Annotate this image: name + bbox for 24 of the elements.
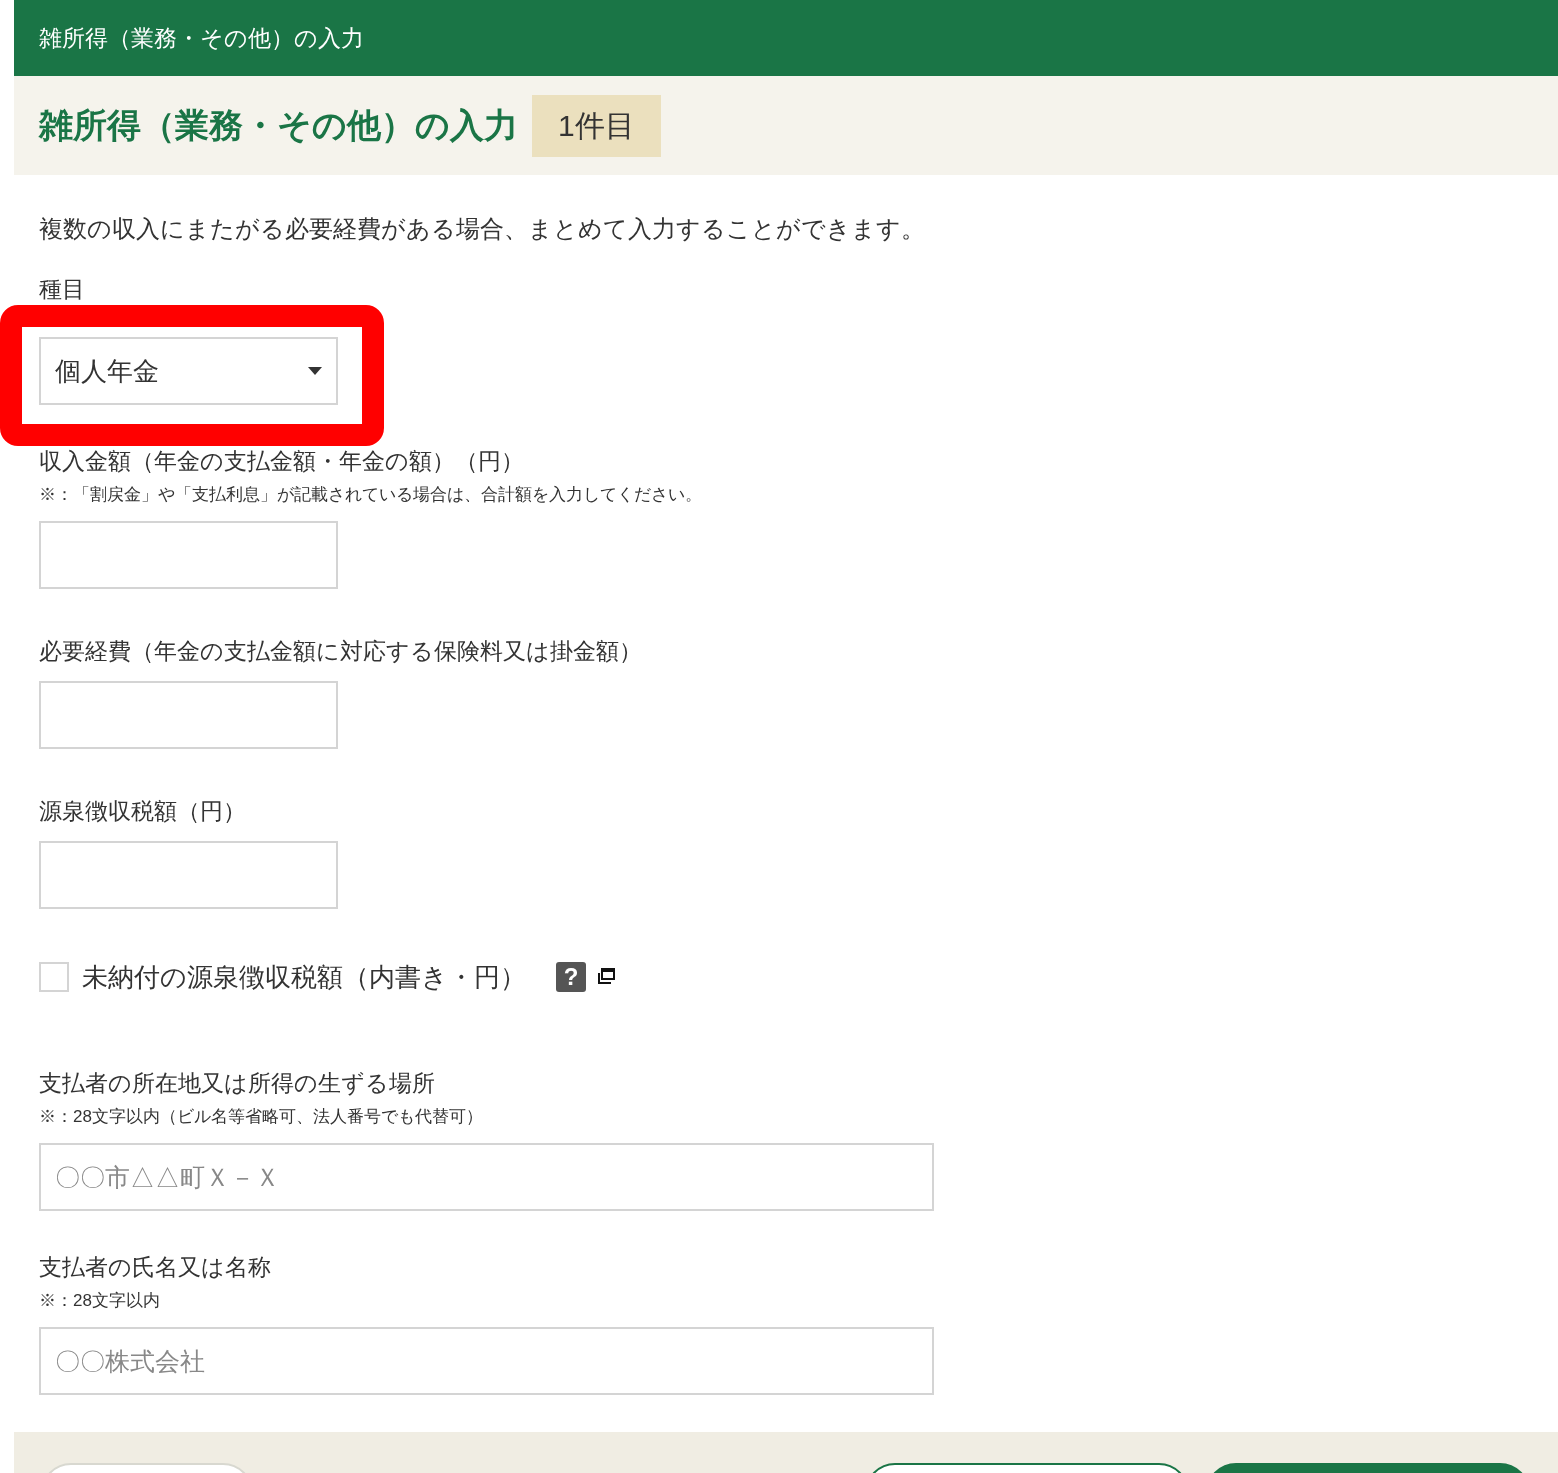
field-note: ※：28文字以内 bbox=[39, 1290, 160, 1312]
input-field[interactable] bbox=[39, 521, 338, 589]
field-label: 種目 bbox=[39, 275, 85, 304]
input-field[interactable] bbox=[39, 681, 338, 749]
field-note: ※：「割戻金」や「支払利息」が記載されている場合は、合計額を入力してください。 bbox=[39, 484, 702, 506]
help-button[interactable]: ? bbox=[556, 962, 586, 992]
field-label: 支払者の氏名又は名称 bbox=[39, 1253, 271, 1282]
input-field[interactable] bbox=[39, 841, 338, 909]
new-window-icon[interactable] bbox=[596, 968, 616, 986]
field-label: 源泉徴収税額（円） bbox=[39, 797, 246, 826]
checkbox[interactable] bbox=[39, 962, 69, 992]
count-label: 1件目 bbox=[532, 94, 661, 157]
input-field[interactable]: 〇〇市△△町Ｘ－Ｘ bbox=[39, 1143, 934, 1211]
category-select[interactable]: 個人年金 bbox=[39, 337, 338, 405]
description-text: 複数の収入にまたがる必要経費がある場合、まとめて入力することができます。 bbox=[39, 214, 926, 244]
caret-icon bbox=[308, 367, 322, 375]
input-field[interactable]: 〇〇株式会社 bbox=[39, 1327, 934, 1395]
checkbox-label: 未納付の源泉徴収税額（内書き・円） bbox=[82, 960, 526, 994]
field-label: 必要経費（年金の支払金額に対応する保険料又は掛金額） bbox=[39, 637, 642, 666]
page-title: 雑所得（業務・その他）の入力 bbox=[39, 105, 518, 146]
field-note: ※：28文字以内（ビル名等省略可、法人番号でも代替可） bbox=[39, 1106, 483, 1128]
field-label: 収入金額（年金の支払金額・年金の額）（円） bbox=[39, 447, 524, 476]
field-label: 支払者の所在地又は所得の生ずる場所 bbox=[39, 1069, 435, 1098]
header-title: 雑所得（業務・その他）の入力 bbox=[39, 23, 364, 53]
